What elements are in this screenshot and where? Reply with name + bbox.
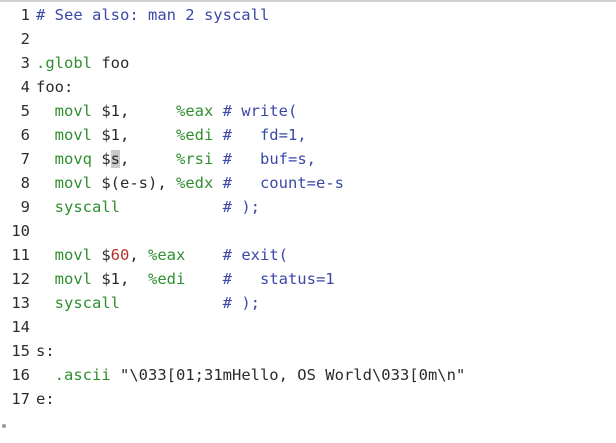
code-text: e: xyxy=(36,390,55,408)
code-line[interactable]: 4 foo: xyxy=(0,75,465,99)
code-line[interactable]: 14 xyxy=(0,315,465,339)
line-number: 1 xyxy=(20,6,30,24)
code-token: $1, xyxy=(101,270,148,288)
text-cursor: s xyxy=(110,150,121,168)
code-token: e: xyxy=(36,390,55,408)
code-text: .globl foo xyxy=(36,54,129,72)
code-token: # fd=1, xyxy=(213,126,307,144)
line-number: 11 xyxy=(11,246,30,264)
code-token: # exit( xyxy=(185,246,288,264)
code-token: s: xyxy=(36,342,55,360)
code-editor[interactable]: 1 # See also: man 2 syscall 2 3 .globl foo 4 f… xyxy=(0,0,616,443)
code-token: $1, xyxy=(101,126,176,144)
code-token: foo xyxy=(101,54,130,72)
code-line[interactable]: 8 movl $(e-s), %edx # count=e-s xyxy=(0,171,465,195)
code-text: movl $1, %edi # fd=1, xyxy=(36,126,307,144)
code-token: # count=e-s xyxy=(213,174,344,192)
line-number: 10 xyxy=(11,222,30,240)
line-number: 17 xyxy=(11,390,30,408)
scroll-indicator xyxy=(2,424,6,428)
code-token: # ); xyxy=(120,294,260,312)
code-token: %eax xyxy=(175,102,214,120)
code-line[interactable]: 13 syscall # ); xyxy=(0,291,465,315)
code-token: movl xyxy=(36,126,102,144)
code-token: %rsi xyxy=(176,150,214,168)
code-lines: 1 # See also: man 2 syscall 2 3 .globl foo 4 f… xyxy=(0,3,465,411)
code-token: movl xyxy=(36,174,102,192)
code-token: syscall xyxy=(36,198,120,216)
code-token: # status=1 xyxy=(185,270,335,288)
code-line[interactable]: 10 xyxy=(0,219,465,243)
code-token: $(e-s), xyxy=(101,174,176,192)
code-line[interactable]: 1 # See also: man 2 syscall xyxy=(0,3,465,27)
code-line[interactable]: 11 movl $60, %eax # exit( xyxy=(0,243,465,267)
code-token: # See also: man 2 syscall xyxy=(36,6,270,24)
code-token: movq xyxy=(36,150,102,168)
code-line[interactable]: 12 movl $1, %edi # status=1 xyxy=(0,267,465,291)
code-token: %edi xyxy=(175,126,214,144)
code-line[interactable]: 9 syscall # ); xyxy=(0,195,465,219)
line-number: 15 xyxy=(11,342,30,360)
line-number: 6 xyxy=(20,126,30,144)
line-number: 7 xyxy=(20,150,30,168)
code-text: .ascii "\033[01;31mHello, OS World\033[0… xyxy=(36,366,466,384)
code-token: %eax xyxy=(148,246,186,264)
code-line[interactable]: 6 movl $1, %edi # fd=1, xyxy=(0,123,465,147)
line-number: 8 xyxy=(20,174,30,192)
line-number: 5 xyxy=(20,102,30,120)
code-text: # See also: man 2 syscall xyxy=(36,6,269,24)
code-text: movl $1, %edi # status=1 xyxy=(36,270,335,288)
code-text: foo: xyxy=(36,78,73,96)
line-number: 9 xyxy=(20,198,30,216)
line-number: 14 xyxy=(11,318,30,336)
code-line[interactable]: 16 .ascii "\033[01;31mHello, OS World\03… xyxy=(0,363,465,387)
line-number: 16 xyxy=(11,366,30,384)
code-token: %edx xyxy=(175,174,214,192)
code-line[interactable]: 17 e: xyxy=(0,387,465,411)
code-line[interactable]: 15 s: xyxy=(0,339,465,363)
code-token: # write( xyxy=(213,102,298,120)
line-number: 13 xyxy=(11,294,30,312)
code-token: $1, xyxy=(101,102,176,120)
code-token: .globl xyxy=(36,54,102,72)
code-line[interactable]: 2 xyxy=(0,27,465,51)
code-token: syscall xyxy=(36,294,120,312)
code-token: # buf=s, xyxy=(213,150,316,168)
code-token: $ xyxy=(101,246,111,264)
code-token: .ascii xyxy=(36,366,120,384)
code-line[interactable]: 3 .globl foo xyxy=(0,51,465,75)
line-number: 4 xyxy=(20,78,30,96)
code-token: movl xyxy=(36,102,102,120)
line-number: 2 xyxy=(20,30,30,48)
line-number: 12 xyxy=(11,270,30,288)
code-token: 60 xyxy=(110,246,130,264)
code-text: s: xyxy=(36,342,55,360)
code-token: $ xyxy=(101,150,111,168)
window-top-edge xyxy=(0,0,616,2)
code-token: movl xyxy=(36,246,102,264)
code-text: syscall # ); xyxy=(36,198,260,216)
code-text: movl $(e-s), %edx # count=e-s xyxy=(36,174,344,192)
code-token: %edi xyxy=(148,270,186,288)
code-token: movl xyxy=(36,270,102,288)
code-line[interactable]: 5 movl $1, %eax # write( xyxy=(0,99,465,123)
code-text: movl $1, %eax # write( xyxy=(36,102,298,120)
code-token: "\033[01;31mHello, OS World\033[0m\n" xyxy=(120,366,466,384)
code-token: , xyxy=(120,150,177,168)
code-token: # ); xyxy=(120,198,260,216)
code-text: syscall # ); xyxy=(36,294,260,312)
code-token: , xyxy=(129,246,149,264)
code-text: movl $60, %eax # exit( xyxy=(36,246,288,264)
code-token: foo: xyxy=(36,78,74,96)
code-line[interactable]: 7 movq $s, %rsi # buf=s, xyxy=(0,147,465,171)
line-number: 3 xyxy=(20,54,30,72)
code-text: movq $s, %rsi # buf=s, xyxy=(36,150,316,168)
